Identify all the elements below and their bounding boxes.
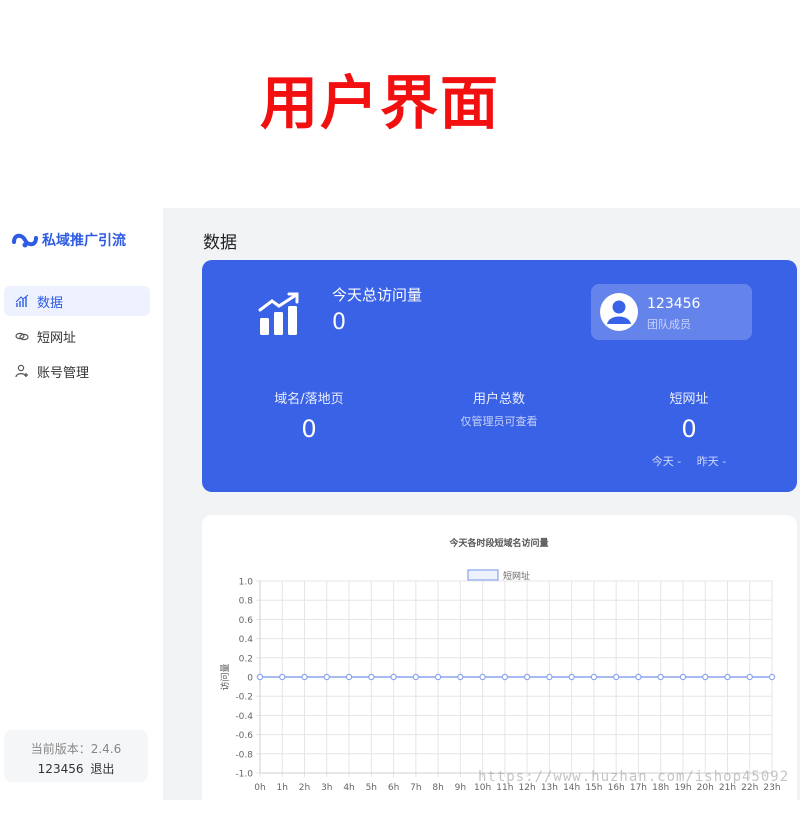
version-label: 当前版本：2.4.6 bbox=[30, 742, 122, 756]
x-tick-label: 8h bbox=[432, 783, 443, 793]
y-tick-label: 0.2 bbox=[239, 654, 253, 664]
data-point bbox=[635, 673, 642, 681]
visits-label: 今天总访问量 bbox=[332, 286, 423, 304]
stat-value: 0 bbox=[681, 415, 697, 443]
x-tick-label: 0h bbox=[254, 783, 265, 793]
stat-short-url: 短网址 0 今天 - 昨天 - bbox=[619, 388, 759, 469]
user-role: 团队成员 bbox=[647, 318, 691, 331]
legend-swatch bbox=[467, 569, 499, 581]
watermark: https://www.huzhan.com/ishop45092 bbox=[478, 769, 790, 785]
stat-label: 域名/落地页 bbox=[274, 392, 344, 407]
visits-value: 0 bbox=[332, 310, 346, 335]
avatar-icon bbox=[600, 293, 638, 331]
data-point bbox=[523, 673, 531, 681]
stat-domain: 域名/落地页 0 bbox=[239, 388, 379, 443]
y-tick-label: 0.8 bbox=[239, 597, 254, 607]
bar-chart-icon bbox=[15, 294, 29, 307]
sidebar-nav: 数据 短网址 账号管理 bbox=[4, 286, 150, 391]
data-point bbox=[256, 673, 264, 681]
data-point bbox=[368, 673, 375, 681]
stat-note: 仅管理员可查看 bbox=[460, 415, 538, 428]
data-point bbox=[434, 673, 442, 681]
stat-sub: 今天 - 昨天 - bbox=[619, 453, 759, 469]
y-tick-label: 0.6 bbox=[239, 616, 254, 626]
user-card[interactable]: 123456 团队成员 bbox=[591, 284, 752, 340]
sidebar-item-label: 数据 bbox=[37, 295, 64, 311]
y-tick-label: -1.0 bbox=[235, 770, 253, 780]
data-point bbox=[479, 673, 486, 681]
x-tick-label: 9h bbox=[455, 783, 466, 793]
logo[interactable]: 私域推广引流 bbox=[12, 230, 126, 250]
data-point bbox=[657, 673, 664, 681]
x-tick-label: 2h bbox=[299, 783, 310, 793]
sidebar-item-account[interactable]: 账号管理 bbox=[4, 356, 150, 386]
data-point bbox=[457, 673, 464, 681]
data-point bbox=[568, 673, 575, 681]
page-heading: 用户界面 bbox=[259, 69, 500, 137]
y-tick-label: 1.0 bbox=[239, 578, 254, 588]
stat-today: 今天 - bbox=[651, 455, 682, 468]
data-point bbox=[724, 673, 731, 681]
stat-users: 用户总数 仅管理员可查看 bbox=[429, 388, 569, 429]
data-point bbox=[746, 673, 753, 681]
sidebar-item-label: 账号管理 bbox=[37, 365, 90, 381]
data-point bbox=[412, 673, 420, 681]
logo-icon bbox=[12, 233, 38, 248]
x-tick-label: 4h bbox=[343, 783, 354, 793]
data-point bbox=[546, 673, 553, 681]
data-point bbox=[390, 673, 397, 681]
link-icon bbox=[15, 332, 29, 341]
y-tick-label: -0.6 bbox=[235, 731, 253, 741]
trend-chart-icon bbox=[258, 292, 299, 335]
data-point bbox=[590, 673, 598, 681]
logo-text: 私域推广引流 bbox=[42, 233, 126, 249]
stat-yesterday: 昨天 - bbox=[696, 455, 727, 468]
user-add-icon bbox=[15, 364, 28, 378]
page-title: 数据 bbox=[203, 233, 237, 253]
chart-title: 今天各时段短域名访问量 bbox=[448, 537, 548, 549]
x-tick-label: 3h bbox=[321, 783, 332, 793]
sidebar-item-data[interactable]: 数据 bbox=[4, 286, 150, 316]
x-tick-label: 7h bbox=[410, 783, 421, 793]
data-point bbox=[501, 673, 509, 681]
version-box: 当前版本：2.4.6 123456 退出 bbox=[4, 730, 148, 782]
y-tick-label: -0.8 bbox=[235, 750, 253, 760]
data-point bbox=[345, 673, 353, 681]
data-point bbox=[301, 673, 308, 681]
y-axis-label: 访问量 bbox=[219, 663, 231, 690]
sidebar-item-short-url[interactable]: 短网址 bbox=[4, 321, 150, 351]
x-tick-label: 6h bbox=[388, 783, 399, 793]
sidebar-item-label: 短网址 bbox=[37, 330, 77, 346]
current-user-id: 123456 bbox=[37, 762, 84, 776]
stats-panel: 今天总访问量 0 123456 团队成员 域名/落地页 0 用户总数 仅管理员可… bbox=[202, 260, 797, 492]
x-tick-label: 1h bbox=[277, 783, 288, 793]
y-tick-label: 0.4 bbox=[239, 635, 254, 645]
data-point bbox=[679, 673, 687, 681]
y-tick-label: -0.4 bbox=[235, 712, 253, 722]
data-point bbox=[323, 673, 330, 681]
stat-label: 用户总数 bbox=[472, 392, 525, 407]
stat-value: 0 bbox=[301, 415, 317, 443]
legend-label: 短网址 bbox=[503, 570, 530, 582]
y-tick-label: 0 bbox=[247, 674, 253, 684]
main-content: 数据 今天总访问量 0 123456 团队成员 域名/落地页 0 用户总数 仅管… bbox=[163, 208, 800, 815]
data-point bbox=[768, 673, 776, 681]
logout-link[interactable]: 退出 bbox=[90, 762, 114, 776]
data-point bbox=[612, 673, 620, 681]
x-tick-label: 5h bbox=[366, 783, 377, 793]
stat-label: 短网址 bbox=[669, 392, 709, 407]
sidebar: 私域推广引流 数据 短网址 账号管理 当前版本：2.4.6 123456 退出 bbox=[0, 208, 163, 800]
y-tick-label: -0.2 bbox=[235, 693, 253, 703]
data-point bbox=[279, 673, 286, 681]
data-point bbox=[702, 673, 709, 681]
user-name: 123456 bbox=[647, 296, 701, 312]
